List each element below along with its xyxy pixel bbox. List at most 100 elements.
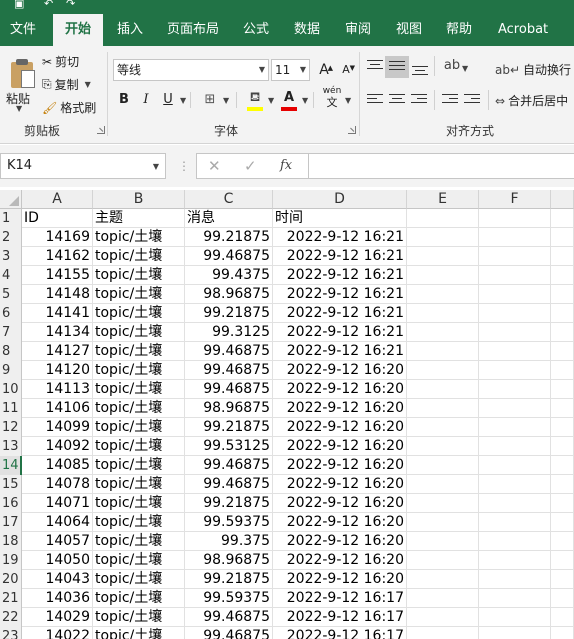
redo-icon[interactable]: ↷ [66, 0, 75, 10]
cell-empty[interactable] [479, 418, 551, 437]
cell-empty[interactable] [407, 513, 479, 532]
grow-font-button[interactable]: A ▲ [314, 60, 334, 80]
cell-b[interactable]: topic/土壤 [93, 399, 185, 418]
cell-c[interactable]: 99.375 [185, 532, 273, 551]
underline-button[interactable]: U [158, 90, 178, 110]
cell-empty[interactable] [407, 247, 479, 266]
cell-empty[interactable] [407, 627, 479, 639]
cell-d[interactable]: 2022-9-12 16:20 [273, 380, 407, 399]
cell-a[interactable]: 14078 [22, 475, 93, 494]
undo-icon[interactable]: ↶ [44, 0, 53, 10]
cancel-icon[interactable]: ✕ [208, 153, 221, 179]
cell-b[interactable]: topic/土壤 [93, 532, 185, 551]
clipboard-launcher-icon[interactable] [97, 126, 105, 134]
drag-handle-icon[interactable]: ⋮ [178, 159, 190, 173]
cell-b[interactable]: topic/土壤 [93, 570, 185, 589]
cell-b[interactable]: topic/土壤 [93, 494, 185, 513]
cell-c[interactable]: 99.46875 [185, 475, 273, 494]
cell-empty[interactable] [551, 570, 574, 589]
cell-a[interactable]: 14022 [22, 627, 93, 639]
copy-button[interactable]: ⎘ 复制 ▼ [42, 76, 91, 93]
cell-empty[interactable] [407, 589, 479, 608]
cell-a[interactable]: 14071 [22, 494, 93, 513]
insert-function-icon[interactable]: fx [280, 153, 292, 179]
fill-color-button[interactable]: ⛾ [245, 88, 265, 111]
cell-empty[interactable] [407, 342, 479, 361]
phonetic-dropdown-icon[interactable]: ▼ [345, 96, 351, 105]
row-header[interactable]: 10 [0, 380, 22, 399]
row-header[interactable]: 9 [0, 361, 22, 380]
top-align-icon[interactable] [367, 60, 383, 72]
italic-button[interactable]: I [136, 90, 156, 110]
borders-button[interactable]: ⊞ [200, 90, 220, 110]
cell-empty[interactable] [551, 418, 574, 437]
cell-empty[interactable] [551, 627, 574, 639]
row-header[interactable]: 11 [0, 399, 22, 418]
cell-d[interactable]: 2022-9-12 16:17 [273, 589, 407, 608]
cell-empty[interactable] [479, 513, 551, 532]
font-size-select[interactable]: 11 ▼ [271, 59, 310, 81]
row-header[interactable]: 13 [0, 437, 22, 456]
row-header[interactable]: 1 [0, 209, 22, 228]
cell-d[interactable]: 2022-9-12 16:21 [273, 266, 407, 285]
borders-dropdown-icon[interactable]: ▼ [223, 96, 229, 105]
cell-empty[interactable] [407, 380, 479, 399]
underline-dropdown-icon[interactable]: ▼ [180, 96, 186, 105]
cell-empty[interactable] [551, 437, 574, 456]
cell-empty[interactable] [407, 285, 479, 304]
cell-empty[interactable] [551, 228, 574, 247]
tab-help[interactable]: 帮助 [446, 14, 472, 46]
cell-c[interactable]: 99.53125 [185, 437, 273, 456]
cell-c[interactable]: 99.4375 [185, 266, 273, 285]
font-color-button[interactable]: A [279, 88, 299, 111]
cell-empty[interactable] [551, 209, 574, 228]
tab-formulas[interactable]: 公式 [243, 14, 269, 46]
cell-empty[interactable] [479, 342, 551, 361]
cell-d[interactable]: 2022-9-12 16:21 [273, 342, 407, 361]
cell-empty[interactable] [551, 513, 574, 532]
cell-d[interactable]: 2022-9-12 16:20 [273, 570, 407, 589]
cell-empty[interactable] [479, 209, 551, 228]
cell-b[interactable]: topic/土壤 [93, 247, 185, 266]
cell-empty[interactable] [407, 361, 479, 380]
cell-d[interactable]: 2022-9-12 16:20 [273, 494, 407, 513]
cell-empty[interactable] [551, 494, 574, 513]
cell-c[interactable]: 98.96875 [185, 399, 273, 418]
cell-c[interactable]: 98.96875 [185, 551, 273, 570]
cell-d[interactable]: 2022-9-12 16:21 [273, 285, 407, 304]
cell-b[interactable]: topic/土壤 [93, 475, 185, 494]
cell-a[interactable]: 14043 [22, 570, 93, 589]
save-icon[interactable]: ▣ [14, 0, 24, 10]
cell-b[interactable]: topic/土壤 [93, 228, 185, 247]
cell-a[interactable]: 14029 [22, 608, 93, 627]
name-box[interactable]: K14 ▼ [0, 153, 166, 179]
cell-d[interactable]: 2022-9-12 16:21 [273, 323, 407, 342]
cell-empty[interactable] [551, 589, 574, 608]
column-header-g[interactable] [551, 190, 574, 209]
cell-b[interactable]: topic/土壤 [93, 361, 185, 380]
font-color-dropdown-icon[interactable]: ▼ [302, 96, 308, 105]
cell-empty[interactable] [479, 475, 551, 494]
cell-d[interactable]: 2022-9-12 16:21 [273, 304, 407, 323]
orientation-dropdown-icon[interactable]: ▼ [462, 64, 468, 73]
cell-a[interactable]: 14148 [22, 285, 93, 304]
cell-d[interactable]: 2022-9-12 16:20 [273, 437, 407, 456]
cell-empty[interactable] [479, 627, 551, 639]
phonetic-guide-button[interactable]: wén 文 [321, 86, 343, 108]
cell-empty[interactable] [407, 209, 479, 228]
cell-d[interactable]: 2022-9-12 16:20 [273, 399, 407, 418]
bottom-align-icon[interactable] [412, 66, 428, 78]
column-header-a[interactable]: A [22, 190, 93, 209]
cell-empty[interactable] [551, 456, 574, 475]
cell-empty[interactable] [407, 456, 479, 475]
cell-empty[interactable] [479, 494, 551, 513]
bold-button[interactable]: B [114, 90, 134, 110]
row-header[interactable]: 23 [0, 627, 22, 639]
cell-empty[interactable] [479, 323, 551, 342]
cell-empty[interactable] [407, 608, 479, 627]
tab-data[interactable]: 数据 [294, 14, 320, 46]
tab-view[interactable]: 视图 [396, 14, 422, 46]
cell-d[interactable]: 2022-9-12 16:20 [273, 551, 407, 570]
row-header[interactable]: 3 [0, 247, 22, 266]
cell-b[interactable]: topic/土壤 [93, 266, 185, 285]
